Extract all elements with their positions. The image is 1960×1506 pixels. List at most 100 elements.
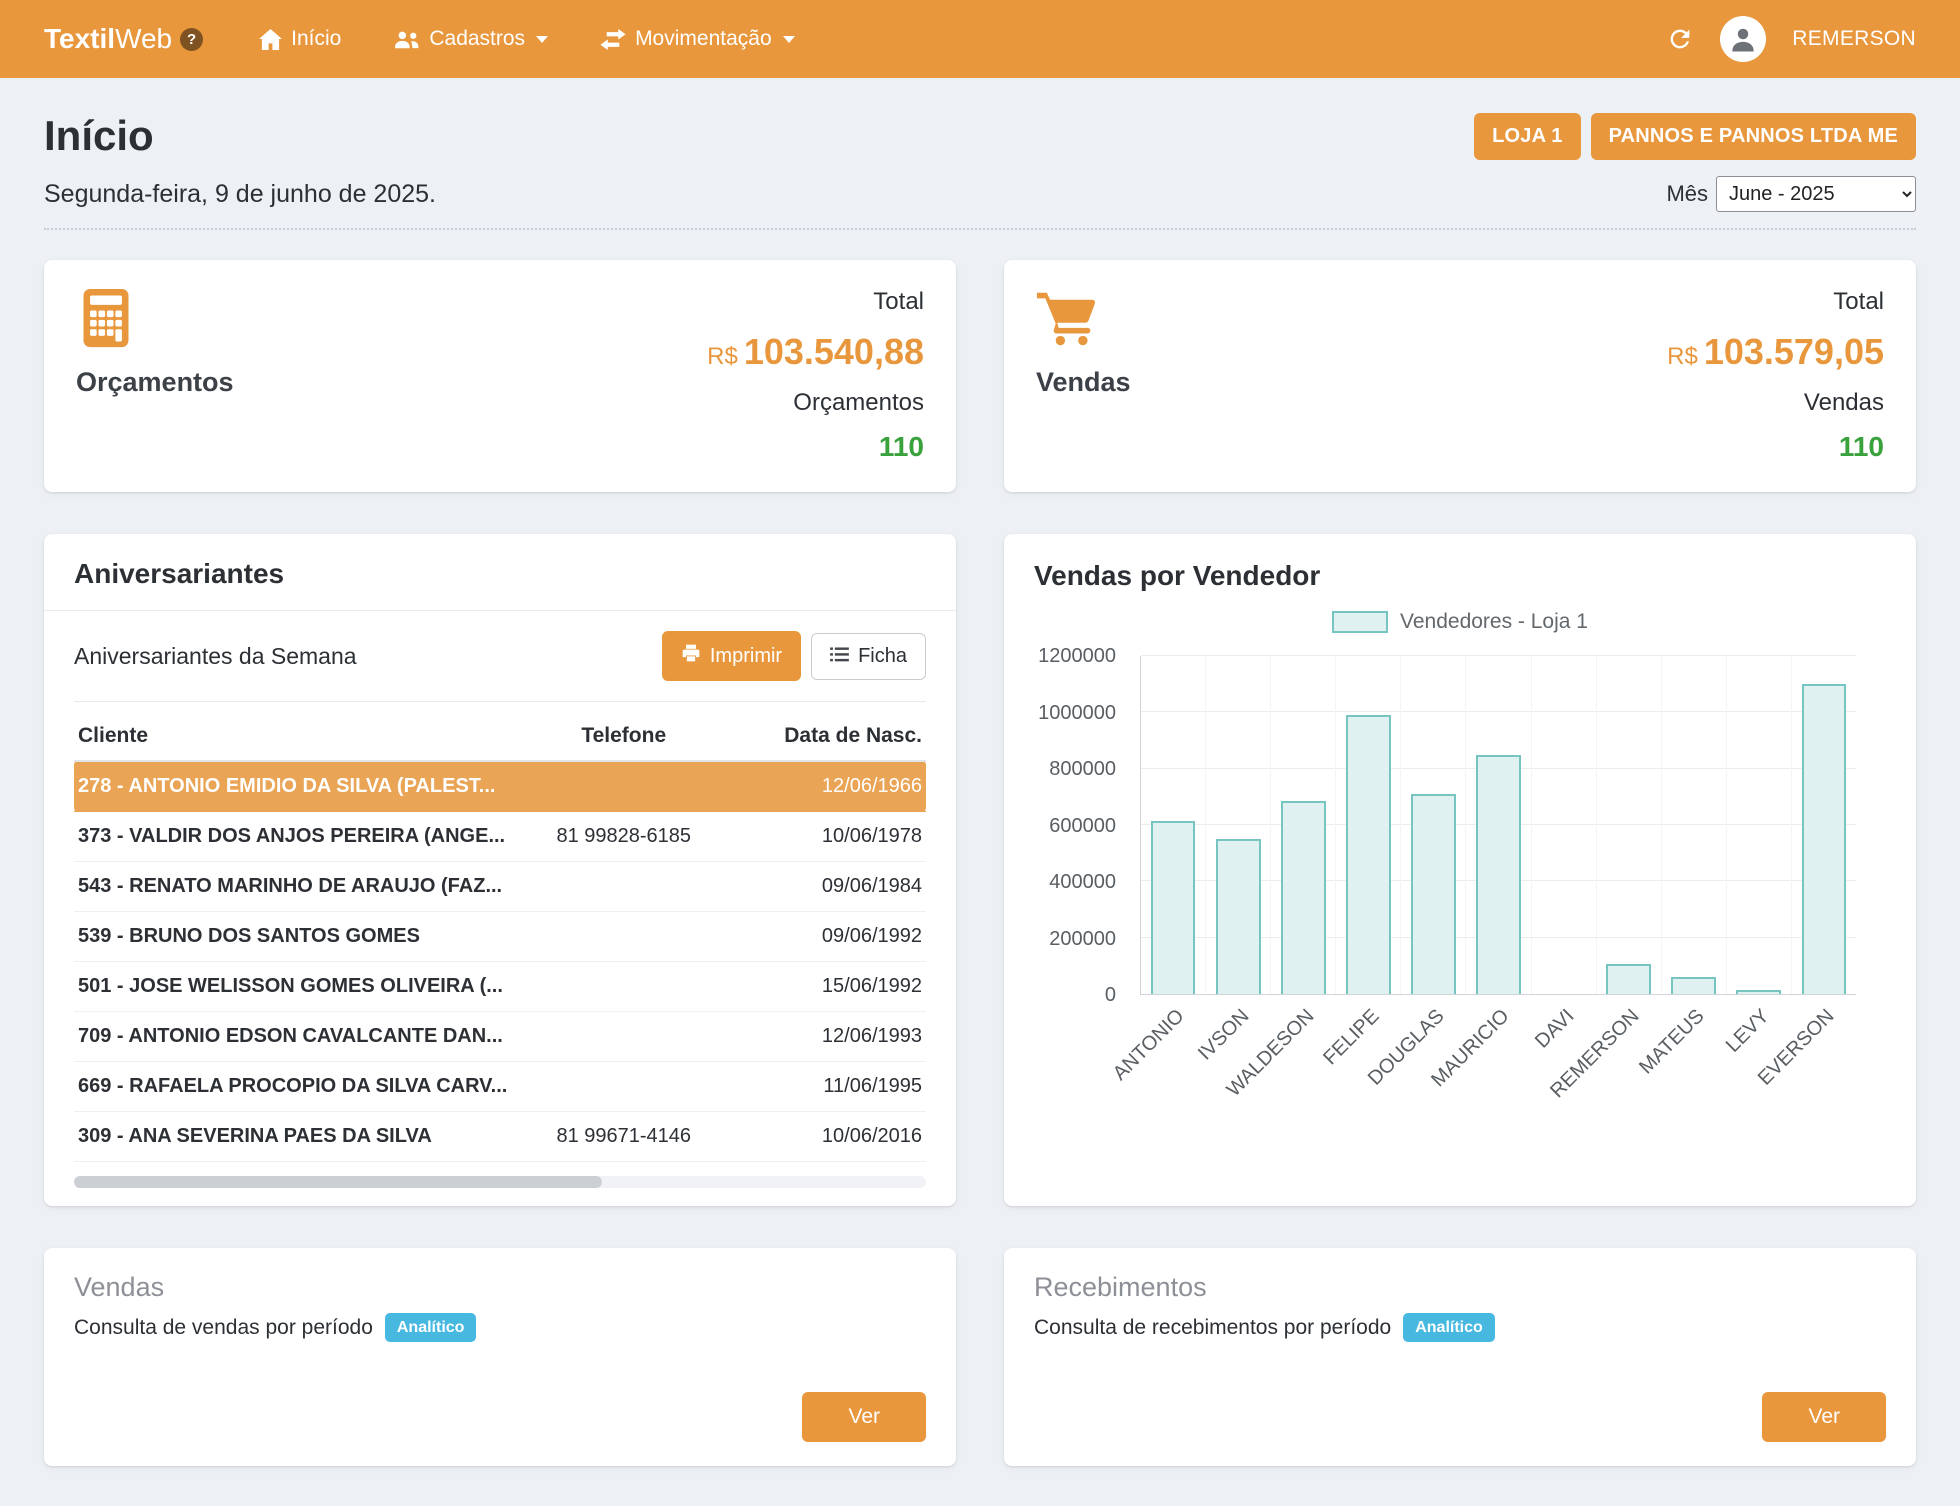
table-row[interactable]: 501 - JOSE WELISSON GOMES OLIVEIRA (...1… [74,962,926,1012]
budgets-label: Orçamentos [76,367,234,398]
y-tick-label: 600000 [1034,816,1116,836]
cart-icon [1036,288,1131,353]
chart-bar[interactable] [1151,821,1196,994]
chart-bar[interactable] [1346,715,1391,994]
table-cell-phone [511,761,736,812]
chart-bar[interactable] [1802,684,1847,994]
table-cell-birth: 10/06/2016 [736,1112,926,1162]
receipts-report-card: Recebimentos Consulta de recebimentos po… [1004,1248,1916,1466]
navbar-right: REMERSON [1666,16,1916,62]
scrollbar-thumb[interactable] [74,1176,602,1188]
sales-report-title: Vendas [74,1272,926,1303]
nav-item-label: Início [291,27,341,51]
x-tick-label: ANTONIO [1066,1005,1188,1127]
table-cell-birth: 09/06/1992 [736,912,926,962]
store-button[interactable]: LOJA 1 [1474,113,1580,160]
sales-by-seller-card: Vendas por Vendedor Vendedores - Loja 1 … [1004,534,1916,1206]
company-button[interactable]: PANNOS E PANNOS LTDA ME [1591,113,1916,160]
table-cell-client: 278 - ANTONIO EMIDIO DA SILVA (PALEST... [74,761,511,812]
table-cell-client: 501 - JOSE WELISSON GOMES OLIVEIRA (... [74,962,511,1012]
chart-legend[interactable]: Vendedores - Loja 1 [1034,610,1886,634]
nav-item-movimentacao[interactable]: Movimentação [600,27,795,51]
chart-bar[interactable] [1281,801,1326,994]
chart-bar[interactable] [1216,839,1261,994]
chart-slot [1465,656,1530,994]
table-row[interactable]: 669 - RAFAELA PROCOPIO DA SILVA CARV...1… [74,1062,926,1112]
birthdays-card: Aniversariantes Aniversariantes da Seman… [44,534,956,1206]
receipts-report-view-button[interactable]: Ver [1762,1392,1886,1442]
y-tick-label: 400000 [1034,872,1116,892]
table-row[interactable]: 709 - ANTONIO EDSON CAVALCANTE DAN... 12/… [74,1012,926,1062]
chart-bar[interactable] [1736,990,1781,994]
nav-item-cadastros[interactable]: Cadastros [393,27,548,51]
users-icon [393,30,420,49]
table-cell-client: 709 - ANTONIO EDSON CAVALCANTE DAN... [74,1012,511,1062]
sales-summary-card: Vendas Total R$103.579,05 Vendas 110 [1004,260,1916,492]
chart-slot [1400,656,1465,994]
x-tick-label: REMERSON [1522,1005,1644,1127]
chart-slot [1205,656,1270,994]
chart-slot [1335,656,1400,994]
month-select[interactable]: June - 2025 [1716,176,1916,212]
top-navbar: TextilWeb ? Início Cadastros [0,0,1960,78]
page-title: Início [44,112,154,160]
sales-label: Vendas [1036,367,1131,398]
x-tick-label: MATEUS [1587,1005,1709,1127]
chart-y-axis: 020000040000060000080000010000001200000 [1034,656,1130,995]
current-date: Segunda-feira, 9 de junho de 2025. [44,180,436,209]
chart-slot [1270,656,1335,994]
table-row[interactable]: 309 - ANA SEVERINA PAES DA SILVA81 99671… [74,1112,926,1162]
home-icon [259,29,282,50]
chevron-down-icon [783,36,795,43]
sales-report-view-button[interactable]: Ver [802,1392,926,1442]
budgets-count: 110 [707,430,924,464]
y-tick-label: 0 [1034,985,1116,1005]
record-button[interactable]: Ficha [811,633,926,680]
avatar[interactable] [1720,16,1766,62]
page-content: Início LOJA 1 PANNOS E PANNOS LTDA ME Se… [0,78,1960,1506]
app-logo[interactable]: TextilWeb ? [44,23,203,55]
table-row[interactable]: 543 - RENATO MARINHO DE ARAUJO (FAZ...09… [74,862,926,912]
x-tick-label: MAURICIO [1392,1005,1514,1127]
chart-bar[interactable] [1476,755,1521,994]
legend-swatch [1332,611,1388,633]
refresh-icon[interactable] [1666,25,1694,53]
bar-chart: 020000040000060000080000010000001200000 … [1034,640,1886,1110]
analytic-badge: Analítico [385,1313,477,1342]
help-icon[interactable]: ? [180,28,203,51]
table-row[interactable]: 373 - VALDIR DOS ANJOS PEREIRA (ANGE...8… [74,812,926,862]
budgets-summary-card: Orçamentos Total R$103.540,88 Orçamentos… [44,260,956,492]
print-button[interactable]: Imprimir [662,631,801,681]
table-cell-phone: 81 99828-6185 [511,812,736,862]
column-header-phone: Telefone [511,712,736,761]
table-row[interactable]: 278 - ANTONIO EMIDIO DA SILVA (PALEST...… [74,761,926,812]
x-tick-label: LEVY [1652,1005,1774,1127]
x-tick-label: IVSON [1132,1005,1254,1127]
user-name[interactable]: REMERSON [1792,27,1916,51]
analytic-badge: Analítico [1403,1313,1495,1342]
table-cell-client: 543 - RENATO MARINHO DE ARAUJO (FAZ... [74,862,511,912]
table-cell-birth: 12/06/1966 [736,761,926,812]
x-tick-label: FELIPE [1262,1005,1384,1127]
exchange-icon [600,29,626,50]
table-row[interactable]: 539 - BRUNO DOS SANTOS GOMES09/06/1992 [74,912,926,962]
birthdays-table: Cliente Telefone Data de Nasc. 278 - ANT… [74,712,926,1162]
receipts-report-subtitle: Consulta de recebimentos por período [1034,1316,1391,1340]
sales-report-subtitle: Consulta de vendas por período [74,1316,373,1340]
y-tick-label: 800000 [1034,759,1116,779]
nav-menu: Início Cadastros Movimentação [259,27,794,51]
table-cell-phone [511,1012,736,1062]
sales-count-label: Vendas [1667,387,1884,418]
chart-bar[interactable] [1606,964,1651,994]
brand-text-bold: Textil [44,23,115,55]
chart-bar[interactable] [1411,794,1456,994]
x-tick-label: EVERSON [1717,1005,1839,1127]
chart-title: Vendas por Vendedor [1034,560,1886,592]
chart-bar[interactable] [1671,977,1716,994]
column-header-birth: Data de Nasc. [736,712,926,761]
table-cell-birth: 12/06/1993 [736,1012,926,1062]
chart-slot [1661,656,1726,994]
nav-item-inicio[interactable]: Início [259,27,341,51]
table-cell-phone [511,1062,736,1112]
table-horizontal-scrollbar[interactable] [74,1176,926,1188]
